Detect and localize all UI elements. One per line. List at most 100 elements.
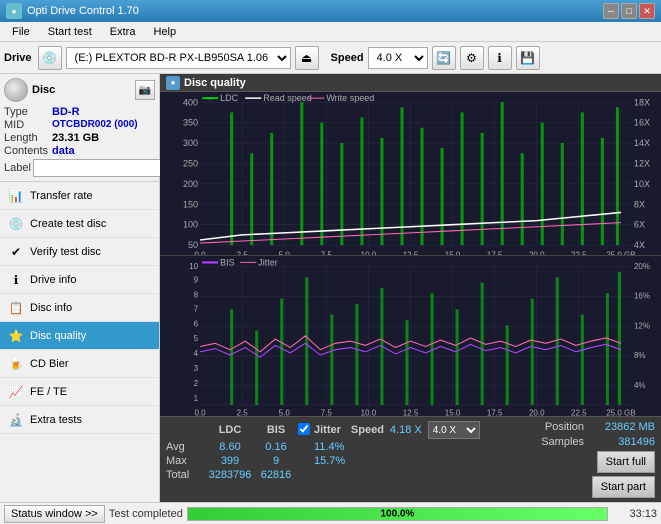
drive-label: Drive xyxy=(4,52,32,64)
top-chart-svg: 400 350 300 250 200 150 100 50 18X 16X 1… xyxy=(160,92,661,255)
position-row: Position 23862 MB xyxy=(545,421,655,433)
sidebar-item-fe-te[interactable]: 📈 FE / TE xyxy=(0,378,159,406)
svg-text:8X: 8X xyxy=(634,199,645,209)
menu-bar: File Start test Extra Help xyxy=(0,22,661,42)
svg-text:18X: 18X xyxy=(634,97,650,107)
title-bar-buttons: ─ □ ✕ xyxy=(603,3,655,19)
menu-start-test[interactable]: Start test xyxy=(40,24,100,40)
svg-text:17.5: 17.5 xyxy=(487,409,503,416)
maximize-button[interactable]: □ xyxy=(621,3,637,19)
svg-text:16X: 16X xyxy=(634,118,650,128)
status-text: Test completed xyxy=(109,508,183,520)
svg-text:9: 9 xyxy=(194,276,199,285)
bottom-stats: LDC BIS Jitter Speed 4.18 X 4.0 X 8.0 X xyxy=(160,416,661,502)
svg-text:6X: 6X xyxy=(634,220,645,230)
label-row: Label 🖊 xyxy=(4,159,155,177)
svg-text:20.0: 20.0 xyxy=(529,250,545,255)
stats-right: Position 23862 MB Samples 381496 Start f… xyxy=(541,421,655,498)
top-chart: 400 350 300 250 200 150 100 50 18X 16X 1… xyxy=(160,92,661,256)
contents-label: Contents xyxy=(4,145,48,157)
nav-label-fe-te: FE / TE xyxy=(30,386,67,398)
sidebar-item-create-test-disc[interactable]: 💿 Create test disc xyxy=(0,210,159,238)
refresh-button[interactable]: 🔄 xyxy=(432,46,456,70)
svg-text:7: 7 xyxy=(194,304,199,313)
svg-text:17.5: 17.5 xyxy=(487,250,503,255)
svg-text:0.0: 0.0 xyxy=(195,409,207,416)
svg-text:8%: 8% xyxy=(634,351,646,360)
position-value: 23862 MB xyxy=(590,421,655,433)
svg-text:20%: 20% xyxy=(634,262,651,271)
svg-text:4: 4 xyxy=(194,349,199,358)
minimize-button[interactable]: ─ xyxy=(603,3,619,19)
svg-text:400: 400 xyxy=(183,97,198,107)
sidebar-item-cd-bier[interactable]: 🍺 CD Bier xyxy=(0,350,159,378)
menu-file[interactable]: File xyxy=(4,24,38,40)
svg-text:10: 10 xyxy=(189,262,198,271)
svg-text:300: 300 xyxy=(183,138,198,148)
drive-select[interactable]: (E:) PLEXTOR BD-R PX-LB950SA 1.06 xyxy=(66,47,291,69)
verify-test-disc-icon: ✔ xyxy=(8,244,24,260)
progress-text: 100.0% xyxy=(380,508,414,519)
label-input[interactable] xyxy=(33,159,171,177)
nav-label-create-test-disc: Create test disc xyxy=(30,218,106,230)
svg-text:10X: 10X xyxy=(634,179,650,189)
stats-header-row: LDC BIS Jitter Speed 4.18 X 4.0 X 8.0 X xyxy=(166,421,541,439)
bottom-chart-svg: 10 9 8 7 6 5 4 3 2 1 20% 16% xyxy=(160,256,661,416)
start-full-button[interactable]: Start full xyxy=(597,451,655,473)
nav-label-disc-quality: Disc quality xyxy=(30,330,86,342)
max-row: Max 399 9 15.7% xyxy=(166,455,541,467)
samples-value: 381496 xyxy=(590,436,655,448)
jitter-checkbox[interactable] xyxy=(298,423,310,435)
sidebar-item-transfer-rate[interactable]: 📊 Transfer rate xyxy=(0,182,159,210)
status-window-button[interactable]: Status window >> xyxy=(4,505,105,523)
disc-image-button[interactable]: 📷 xyxy=(135,80,155,100)
sidebar-item-verify-test-disc[interactable]: ✔ Verify test disc xyxy=(0,238,159,266)
speed-select-stats[interactable]: 4.0 X 8.0 X xyxy=(428,421,480,439)
length-label: Length xyxy=(4,132,48,144)
sidebar-item-extra-tests[interactable]: 🔬 Extra tests xyxy=(0,406,159,434)
save-button[interactable]: 💾 xyxy=(516,46,540,70)
sidebar-item-disc-quality[interactable]: ⭐ Disc quality xyxy=(0,322,159,350)
menu-extra[interactable]: Extra xyxy=(102,24,144,40)
svg-text:12.5: 12.5 xyxy=(403,409,419,416)
sidebar-item-drive-info[interactable]: ℹ Drive info xyxy=(0,266,159,294)
settings-button[interactable]: ⚙ xyxy=(460,46,484,70)
avg-label: Avg xyxy=(166,441,204,453)
close-button[interactable]: ✕ xyxy=(639,3,655,19)
eject-button[interactable]: ⏏ xyxy=(295,46,319,70)
extra-tests-icon: 🔬 xyxy=(8,412,24,428)
svg-text:10.0: 10.0 xyxy=(361,250,377,255)
svg-text:2.5: 2.5 xyxy=(237,250,249,255)
speed-header-label: Speed xyxy=(351,424,384,436)
svg-text:200: 200 xyxy=(183,179,198,189)
menu-help[interactable]: Help xyxy=(145,24,184,40)
svg-text:2.5: 2.5 xyxy=(237,409,249,416)
avg-row: Avg 8.60 0.16 11.4% xyxy=(166,441,541,453)
nav-label-extra-tests: Extra tests xyxy=(30,414,82,426)
sidebar-item-disc-info[interactable]: 📋 Disc info xyxy=(0,294,159,322)
svg-text:10.0: 10.0 xyxy=(361,409,377,416)
label-label: Label xyxy=(4,162,31,174)
fe-te-icon: 📈 xyxy=(8,384,24,400)
avg-bis: 0.16 xyxy=(256,441,296,453)
svg-text:150: 150 xyxy=(183,199,198,209)
svg-text:100: 100 xyxy=(183,220,198,230)
svg-text:Jitter: Jitter xyxy=(258,258,278,268)
max-bis: 9 xyxy=(256,455,296,467)
create-test-disc-icon: 💿 xyxy=(8,216,24,232)
svg-text:0.0: 0.0 xyxy=(195,250,207,255)
svg-text:7.5: 7.5 xyxy=(321,409,333,416)
svg-text:12%: 12% xyxy=(634,321,651,330)
total-row: Total 3283796 62816 xyxy=(166,469,541,481)
disc-info-icon: 📋 xyxy=(8,300,24,316)
svg-text:2: 2 xyxy=(194,379,199,388)
svg-text:6: 6 xyxy=(194,319,199,328)
speed-select[interactable]: 4.0 X 8.0 X 2.0 X xyxy=(368,47,428,69)
total-label: Total xyxy=(166,469,204,481)
app-title: Opti Drive Control 1.70 xyxy=(27,5,139,17)
start-part-button[interactable]: Start part xyxy=(592,476,655,498)
speed-label: Speed xyxy=(331,52,364,64)
drive-icon-btn[interactable]: 💿 xyxy=(38,46,62,70)
info-button[interactable]: ℹ xyxy=(488,46,512,70)
total-bis: 62816 xyxy=(256,469,296,481)
